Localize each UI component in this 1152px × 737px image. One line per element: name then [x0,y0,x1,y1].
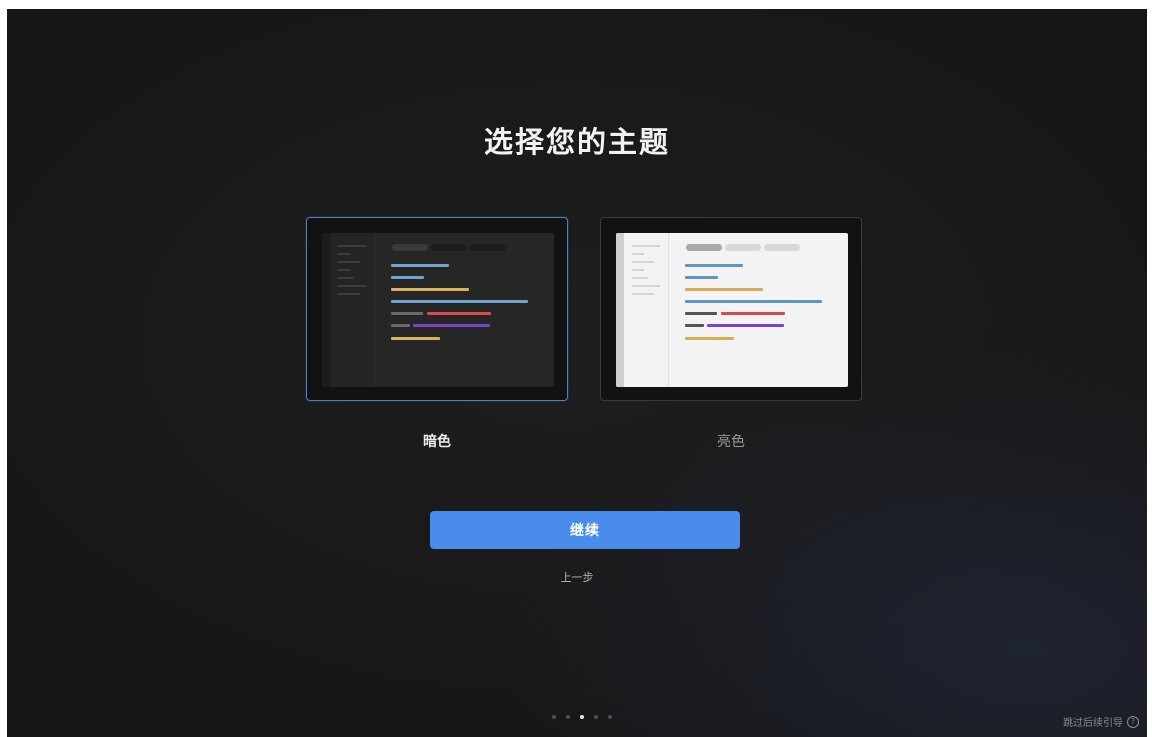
preview-sidebar [330,233,375,387]
theme-label-light[interactable]: 亮色 [600,431,862,451]
skip-guide-link[interactable]: 跳过后续引导 ? [1063,714,1139,729]
step-indicator [552,715,612,719]
theme-card-dark[interactable] [306,217,568,401]
preview-editor [668,233,848,387]
continue-button[interactable]: 继续 [430,511,740,549]
theme-card-light[interactable] [600,217,862,401]
skip-guide-label[interactable]: 跳过后续引导 [1063,714,1123,729]
theme-label-dark[interactable]: 暗色 [306,431,568,451]
light-theme-preview [616,233,848,387]
preview-activity-bar [616,233,624,387]
preview-editor [374,233,554,387]
page-title: 选择您的主题 [483,125,670,159]
question-circle-icon[interactable]: ? [1127,715,1139,728]
onboarding-window: 选择您的主题 暗色 亮色 继续 上一步 跳过后续引导 ? [7,9,1147,737]
dark-theme-preview [322,233,554,387]
step-dot[interactable] [566,715,570,719]
step-dot-current[interactable] [580,715,584,719]
step-dot[interactable] [552,715,556,719]
step-dot[interactable] [608,715,612,719]
preview-activity-bar [322,233,330,387]
preview-sidebar [624,233,669,387]
back-link[interactable]: 上一步 [7,569,1147,585]
step-dot[interactable] [594,715,598,719]
